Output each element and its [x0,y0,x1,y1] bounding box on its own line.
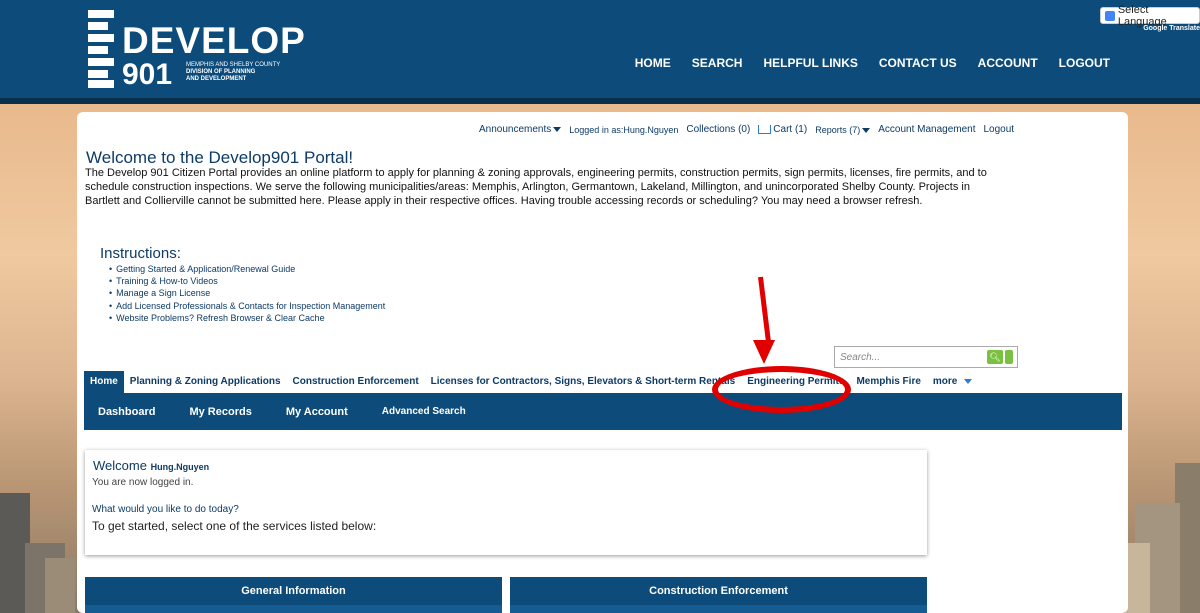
nav-helpful-links[interactable]: HELPFUL LINKS [763,56,857,70]
announcements-link[interactable]: Announcements [479,124,562,135]
building [45,558,75,613]
get-started-text: To get started, select one of the servic… [92,519,377,533]
tab-home[interactable]: Home [84,371,124,393]
section-construction-enforcement[interactable]: Construction Enforcement [510,577,927,605]
nav-search[interactable]: SEARCH [692,56,743,70]
page-title: Welcome to the Develop901 Portal! [86,148,354,167]
instruction-link[interactable]: Training & How-to Videos [109,275,385,287]
tab-more[interactable]: more [927,371,978,393]
cart-icon [758,124,772,134]
nav-home[interactable]: HOME [635,56,671,70]
logo-number: 901 [122,58,173,91]
search-icon[interactable]: 🔍︎ [987,350,1003,364]
instruction-link[interactable]: Add Licensed Professionals & Contacts fo… [109,300,385,312]
nav-logout[interactable]: LOGOUT [1059,56,1110,70]
collections-link[interactable]: Collections (0) [686,124,750,135]
welcome-heading: Welcome Hung.Nguyen [93,458,210,473]
logo-bars-icon [88,10,114,88]
instruction-link[interactable]: Manage a Sign License [109,287,385,299]
caret-down-icon [553,126,562,132]
search-input[interactable]: Search... 🔍︎ [834,346,1018,368]
subnav-my-records[interactable]: My Records [189,406,251,418]
logout-link[interactable]: Logout [984,124,1015,135]
logged-in-label: Logged in as:Hung.Nguyen [569,124,679,135]
logged-in-status: You are now logged in. [92,477,194,488]
tab-memphis-fire[interactable]: Memphis Fire [850,371,926,393]
tab-planning-zoning[interactable]: Planning & Zoning Applications [124,371,287,393]
intro-text: The Develop 901 Citizen Portal provides … [85,167,987,207]
subnav-dashboard[interactable]: Dashboard [98,406,155,418]
nav-contact-us[interactable]: CONTACT US [879,56,957,70]
instructions-list: Getting Started & Application/Renewal Gu… [101,263,385,324]
section-divider [85,605,502,613]
todo-question: What would you like to do today? [92,504,239,515]
annotation-arrow-head [753,340,775,364]
building [1125,543,1150,613]
powered-by-google: Google Translate [1143,25,1200,32]
language-select[interactable]: Select Language [1100,4,1200,28]
subnav-my-account[interactable]: My Account [286,406,348,418]
sub-navigation: Dashboard My Records My Account Advanced… [84,393,1122,430]
section-divider [510,605,927,613]
account-management-link[interactable]: Account Management [878,124,975,135]
main-panel: Announcements Logged in as:Hung.Nguyen C… [77,112,1128,613]
site-header: DEVELOP 901 MEMPHIS AND SHELBY COUNTY DI… [0,0,1200,98]
section-general-information[interactable]: General Information [85,577,502,605]
tab-construction-enforcement[interactable]: Construction Enforcement [287,371,425,393]
utility-bar: Announcements Logged in as:Hung.Nguyen C… [479,124,1014,135]
top-navigation: HOME SEARCH HELPFUL LINKS CONTACT US ACC… [635,56,1110,70]
instruction-link[interactable]: Website Problems? Refresh Browser & Clea… [109,312,385,324]
logo-subtitle: MEMPHIS AND SHELBY COUNTY DIVISION OF PL… [186,62,281,82]
develop901-logo[interactable]: DEVELOP 901 MEMPHIS AND SHELBY COUNTY DI… [88,8,305,91]
annotation-circle [712,366,851,413]
reports-menu[interactable]: Reports (7) [815,125,871,135]
instructions-title: Instructions: [100,245,181,262]
welcome-box: Welcome Hung.Nguyen You are now logged i… [85,450,927,555]
google-translate-icon [1105,10,1115,21]
tab-licenses[interactable]: Licenses for Contractors, Signs, Elevato… [425,371,742,393]
instruction-link[interactable]: Getting Started & Application/Renewal Gu… [109,263,385,275]
nav-account[interactable]: ACCOUNT [978,56,1038,70]
logo-word: DEVELOP [122,20,306,61]
caret-down-icon [964,378,973,384]
search-dropdown-button[interactable] [1005,350,1013,364]
cart-link[interactable]: Cart (1) [758,124,807,135]
header-border [0,98,1200,104]
caret-down-icon [862,127,871,133]
subnav-advanced-search[interactable]: Advanced Search [382,406,466,417]
